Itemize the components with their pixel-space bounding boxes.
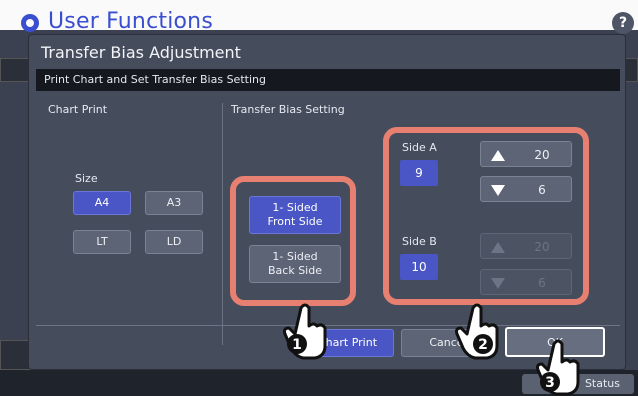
app-title: User Functions	[48, 9, 213, 34]
help-button[interactable]: ?	[612, 12, 634, 34]
callout-number: 2	[478, 337, 488, 353]
hand-pointer-icon: 1	[283, 303, 327, 360]
chart-print-section-label: Chart Print	[48, 103, 108, 116]
background-panel	[624, 58, 638, 82]
section-divider	[222, 103, 223, 345]
side-values-highlight	[383, 127, 589, 305]
size-a3-button[interactable]: A3	[145, 191, 203, 215]
dialog-subheader: Print Chart and Set Transfer Bias Settin…	[36, 69, 620, 91]
dialog-title: Transfer Bias Adjustment	[41, 43, 241, 62]
gear-icon	[21, 14, 39, 32]
callout-number: 3	[545, 375, 555, 391]
callout-number: 1	[292, 337, 302, 353]
size-lt-button[interactable]: LT	[73, 230, 131, 254]
hand-pointer-icon: 3	[536, 339, 580, 396]
hand-pointer-icon: 2	[455, 303, 499, 360]
size-a4-button[interactable]: A4	[73, 191, 131, 215]
size-ld-button[interactable]: LD	[145, 230, 203, 254]
side-buttons-highlight	[230, 176, 356, 306]
size-label: Size	[75, 172, 98, 185]
transfer-bias-section-label: Transfer Bias Setting	[231, 103, 345, 116]
